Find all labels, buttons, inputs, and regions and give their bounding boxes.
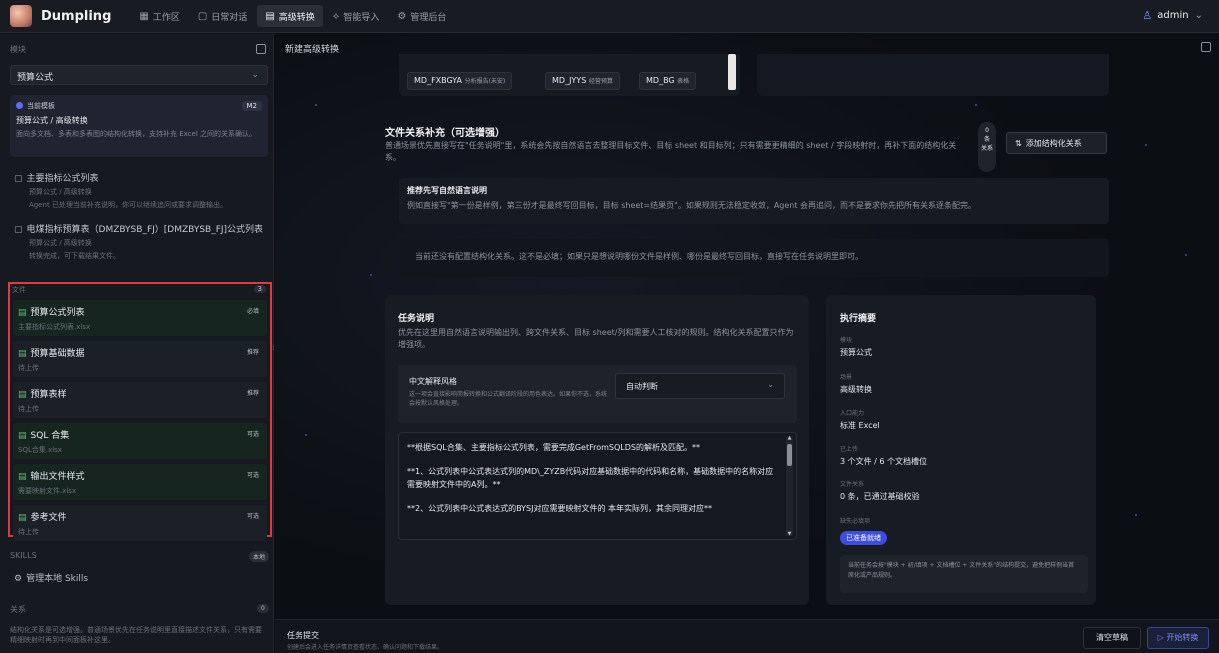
file-icon: ▤ bbox=[18, 472, 27, 482]
file-slot-budget-formula-list[interactable]: ▤ 预算公式列表 必填 主要指标公式列表.xlsx bbox=[13, 300, 267, 336]
template-desc: 面向多文档、多表和多表图的结构化转换，支持补充 Excel 之间的关系确认。 bbox=[16, 130, 256, 138]
dimension-chip[interactable]: MD_BG 表格 bbox=[639, 72, 697, 90]
nav-tab-smart-import[interactable]: ⟡ 智能导入 bbox=[325, 5, 388, 27]
nav-tab-advanced-convert[interactable]: ▤ 高级转换 bbox=[257, 5, 323, 27]
file-tag: 推荐 bbox=[246, 390, 259, 397]
file-tag: 可选 bbox=[246, 431, 259, 438]
history-item[interactable]: ▢ 电煤指标预算表（DMZBYSB_FJ）[DMZBYSB_FJ]公式列表 预算公… bbox=[14, 222, 268, 261]
relations-label: 关系 bbox=[10, 605, 26, 614]
file-tag: 可选 bbox=[246, 472, 259, 479]
exec-title: 执行摘要 bbox=[840, 314, 877, 324]
file-sub: 需要映射文件.xlsx bbox=[18, 487, 77, 495]
collapse-panel-icon[interactable] bbox=[1201, 42, 1211, 52]
textarea-scrollbar[interactable]: ▲ ▼ bbox=[786, 435, 793, 537]
chevron-down-icon: ⌄ bbox=[767, 380, 774, 389]
exec-note: 当前任务会按"模块 + 初/填项 + 文档槽位 + 文件关系"的结构提交，避免把… bbox=[840, 555, 1088, 593]
grid-icon: ▦ bbox=[139, 10, 149, 22]
document-icon: ▤ bbox=[265, 10, 275, 22]
submit-bar: 任务提交 创建后会进入任务详情页查看状态、确认问题和下载结果。 清空草稿 ▷ 开… bbox=[275, 619, 1219, 653]
explain-style-select[interactable]: 自动判断 ⌄ bbox=[615, 373, 785, 399]
relations-count: 0 bbox=[257, 604, 269, 613]
user-menu[interactable]: ♙ admin ⌄ bbox=[1142, 9, 1203, 22]
module-label: 模块 bbox=[10, 45, 26, 54]
sidebar: 模块 预算公式 ⌄ 当前模板 M2 预算公式 / 高级转换 面向多文档、多表和多表… bbox=[0, 34, 274, 653]
task-desc: 优先在这里用自然语言说明输出列、跨文件关系、目标 sheet/列和需要人工核对的… bbox=[398, 328, 794, 349]
user-icon: ♙ bbox=[1142, 9, 1153, 22]
dimension-chip[interactable]: MD_JYYS 经营预算 bbox=[545, 72, 620, 90]
file-icon: ▤ bbox=[18, 308, 27, 318]
files-header: 文件 3 bbox=[12, 285, 268, 295]
gear-icon: ⚙ bbox=[397, 10, 407, 22]
sparkle-icon: ⟡ bbox=[332, 10, 340, 22]
relation-title: 文件关系补充（可选增强） bbox=[385, 128, 505, 139]
file-slot-output-style[interactable]: ▤ 输出文件样式 可选 需要映射文件.xlsx bbox=[13, 464, 267, 500]
file-slot-budget-base-data[interactable]: ▤ 预算基础数据 推荐 待上传 bbox=[13, 341, 267, 377]
chips-scrollbar[interactable] bbox=[728, 54, 736, 90]
relation-desc: 普通场景优先直接写在"任务说明"里，系统会先按自然语言去整理目标文件、目标 sh… bbox=[385, 141, 957, 162]
manage-skills-link[interactable]: ⚙ 管理本地 Skills bbox=[14, 571, 88, 584]
file-slot-sql-collection[interactable]: ▤ SQL 合集 可选 SQL合集.xlsx bbox=[13, 423, 267, 459]
history-item[interactable]: ▢ 主要指标公式列表 预算公式 / 高级转换 Agent 已处理当前补充说明，你可… bbox=[14, 171, 268, 210]
relations-desc: 结构化关系是可选增强。普通场景优先在任务说明里直接描述文件关系，只有需要精细映射… bbox=[10, 626, 262, 644]
file-tag: 推荐 bbox=[246, 349, 259, 356]
skills-label: SKILLS bbox=[10, 551, 37, 560]
file-slots-highlight: 文件 3 ▤ 预算公式列表 必填 主要指标公式列表.xlsx ▤ 预算基础数据 推荐 … bbox=[8, 282, 272, 541]
file-icon: ▤ bbox=[18, 513, 27, 523]
clear-draft-button[interactable]: 清空草稿 bbox=[1083, 627, 1141, 649]
ready-badge: 已准备就绪 bbox=[840, 531, 887, 545]
file-slot-budget-sample[interactable]: ▤ 预算表样 推荐 待上传 bbox=[13, 382, 267, 418]
main-panel: 新建高级转换 MD_FXBGYA 分析报告(未安) MD_JYYS 经营预算 M… bbox=[275, 34, 1219, 653]
chat-icon: ▢ bbox=[14, 174, 23, 184]
relation-count-badge: 0 条 关系 bbox=[978, 122, 996, 172]
scroll-down-icon: ▼ bbox=[787, 531, 792, 537]
chevron-down-icon: ⌄ bbox=[251, 70, 259, 80]
file-tag: 可选 bbox=[246, 513, 259, 520]
explain-style-box: 中文解释风格 这一项会直接影响简报转换和公式翻译阶段的用色表达。如果你不选，系统… bbox=[398, 365, 797, 423]
task-description-textarea[interactable]: **根据SQL合集、主要指标公式列表，需要完成GetFromSQLDS的解析及匹… bbox=[398, 432, 797, 540]
side-box bbox=[757, 54, 1109, 96]
template-badge: M2 bbox=[241, 101, 262, 111]
file-sub: 待上传 bbox=[18, 405, 39, 413]
recommendation-box: 推荐先写自然语言说明 例如直接写"第一份是样例，第三份才是最终写回目标，目标 s… bbox=[399, 178, 1109, 224]
file-sub: SQL合集.xlsx bbox=[18, 446, 62, 454]
nav-tab-admin[interactable]: ⚙ 管理后台 bbox=[389, 5, 454, 27]
file-slot-reference[interactable]: ▤ 参考文件 可选 待上传 bbox=[13, 505, 267, 541]
nav-tab-chat[interactable]: ▢ 日常对话 bbox=[190, 5, 255, 27]
relation-empty-state: 当前还没有配置结构化关系。这不是必填；如果只是想说明哪份文件是样例、哪份是最终写… bbox=[399, 239, 1109, 277]
app-logo bbox=[10, 5, 32, 27]
template-label: 当前模板 bbox=[27, 102, 55, 110]
dimension-chips: MD_FXBGYA 分析报告(未安) MD_JYYS 经营预算 MD_BG 表格 bbox=[399, 54, 740, 96]
chevron-down-icon: ⌄ bbox=[1194, 10, 1203, 21]
dimension-chip[interactable]: MD_FXBGYA 分析报告(未安) bbox=[407, 72, 513, 90]
add-relation-button[interactable]: ⇅ 添加结构化关系 bbox=[1006, 132, 1107, 154]
user-name: admin bbox=[1157, 10, 1189, 21]
chat-icon: ▢ bbox=[14, 225, 23, 235]
file-sub: 待上传 bbox=[18, 364, 39, 372]
page-title: 新建高级转换 bbox=[285, 45, 340, 55]
file-icon: ▤ bbox=[18, 431, 27, 441]
template-dot-icon bbox=[16, 102, 23, 109]
task-card: 任务说明 优先在这里用自然语言说明输出列、跨文件关系、目标 sheet/列和需要… bbox=[385, 295, 809, 605]
app-name: Dumpling bbox=[41, 8, 112, 24]
files-count: 3 bbox=[253, 285, 266, 293]
file-icon: ▤ bbox=[18, 349, 27, 359]
collapse-sidebar-icon[interactable] bbox=[256, 44, 266, 54]
top-bar: Dumpling ▦ 工作区 ▢ 日常对话 ▤ 高级转换 ⟡ 智能导入 ⚙ 管理后台 ♙ a… bbox=[0, 0, 1219, 33]
file-icon: ▤ bbox=[18, 390, 27, 400]
template-card[interactable]: 当前模板 M2 预算公式 / 高级转换 面向多文档、多表和多表图的结构化转换，支… bbox=[10, 95, 268, 157]
execution-summary-card: 执行摘要 模块 预算公式 场景 高级转换 入口能力 标准 Excel 已上传 3… bbox=[826, 295, 1096, 605]
scroll-up-icon: ▲ bbox=[787, 435, 792, 441]
start-convert-button[interactable]: ▷ 开始转换 bbox=[1147, 627, 1209, 649]
module-select[interactable]: 预算公式 ⌄ bbox=[10, 65, 268, 85]
gear-icon: ⚙ bbox=[14, 574, 23, 584]
chat-icon: ▢ bbox=[197, 10, 208, 22]
nav-tab-workspace[interactable]: ▦ 工作区 bbox=[131, 5, 187, 27]
skills-badge: 本地 bbox=[249, 551, 270, 562]
link-icon: ⇅ bbox=[1015, 139, 1022, 148]
task-title: 任务说明 bbox=[398, 314, 435, 324]
file-sub: 待上传 bbox=[18, 528, 39, 536]
file-sub: 主要指标公式列表.xlsx bbox=[18, 323, 91, 331]
template-name: 预算公式 / 高级转换 bbox=[16, 116, 88, 125]
file-tag: 必填 bbox=[246, 308, 259, 315]
